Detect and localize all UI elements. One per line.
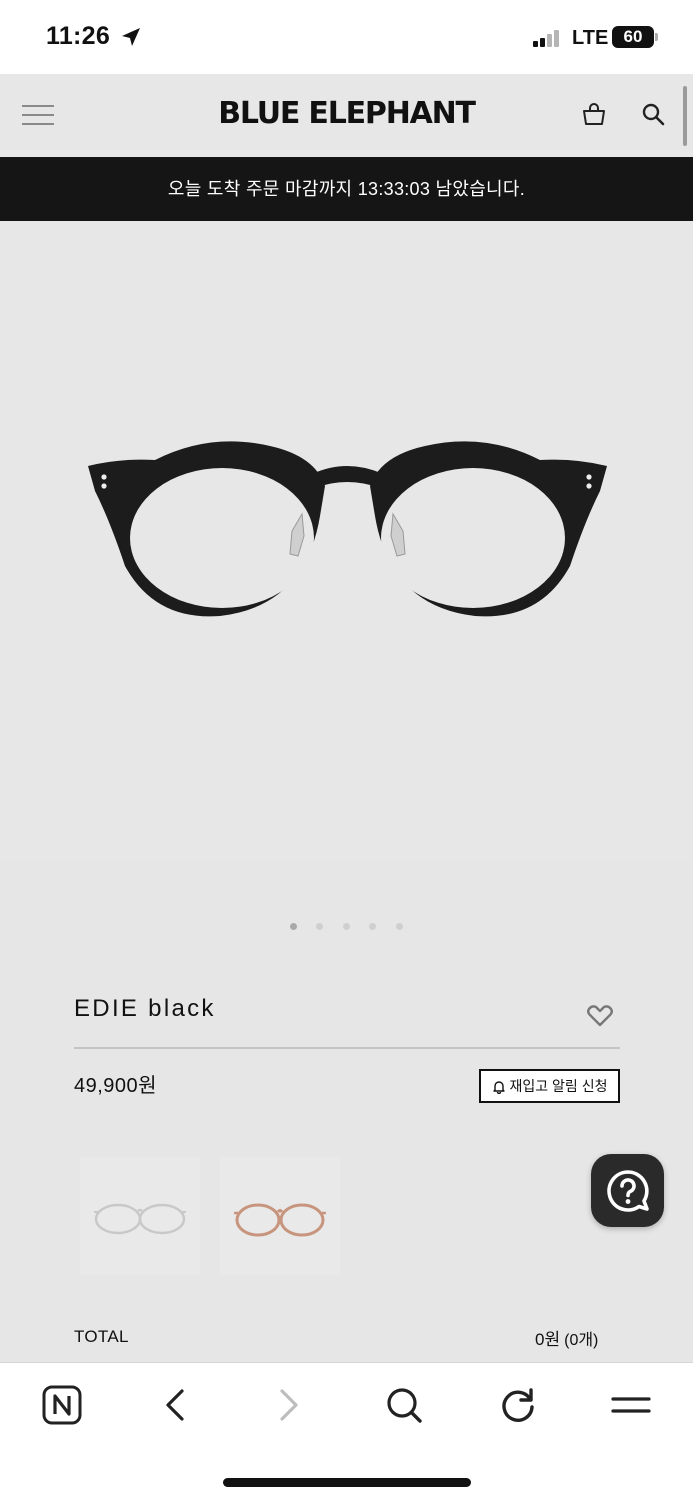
heart-icon[interactable]	[586, 1004, 614, 1028]
site-header: BLUE ELEPHANT	[0, 74, 693, 157]
product-glasses-image	[88, 441, 607, 617]
divider	[74, 1047, 620, 1049]
color-option-clear[interactable]	[80, 1157, 200, 1275]
brown-glasses-thumbnail	[234, 1203, 326, 1237]
search-icon[interactable]	[641, 102, 667, 128]
shopping-bag-icon[interactable]	[581, 102, 607, 126]
product-price: 49,900원	[74, 1075, 158, 1097]
reload-icon[interactable]	[498, 1385, 538, 1425]
status-bar: 11:26 LTE 60	[0, 0, 693, 74]
carousel-dot[interactable]	[316, 923, 323, 930]
product-image-carousel[interactable]	[0, 221, 693, 861]
restock-notify-label: 재입고 알림 신청	[509, 1078, 608, 1094]
carousel-dot[interactable]	[396, 923, 403, 930]
delivery-deadline-banner: 오늘 도착 주문 마감까지 13:33:03 남았습니다.	[0, 157, 693, 221]
bell-icon	[492, 1080, 505, 1094]
naver-home-icon[interactable]	[42, 1385, 82, 1425]
total-amount: 0원	[535, 1330, 561, 1349]
carousel-dot[interactable]	[343, 923, 350, 930]
help-chat-button[interactable]	[591, 1154, 664, 1227]
scroll-indicator	[683, 86, 687, 146]
search-icon[interactable]	[384, 1385, 424, 1425]
total-count: (0개)	[564, 1332, 599, 1349]
carousel-dot[interactable]	[290, 923, 297, 930]
back-icon[interactable]	[160, 1385, 190, 1425]
status-time: 11:26	[46, 22, 111, 50]
forward-icon[interactable]	[274, 1385, 304, 1425]
network-label: LTE	[572, 27, 609, 49]
battery-tip	[655, 33, 658, 41]
total-label: TOTAL	[74, 1327, 129, 1346]
clear-glasses-thumbnail	[94, 1203, 186, 1235]
question-chat-icon	[606, 1169, 649, 1212]
total-value: 0원 (0개)	[535, 1325, 598, 1350]
color-option-brown[interactable]	[220, 1157, 340, 1275]
location-arrow-icon	[122, 28, 140, 46]
battery-icon: 60	[612, 26, 654, 48]
signal-icon	[533, 29, 565, 47]
home-indicator	[223, 1478, 471, 1487]
restock-notify-button[interactable]: 재입고 알림 신청	[479, 1069, 620, 1103]
menu-icon[interactable]	[610, 1385, 652, 1425]
carousel-dot[interactable]	[369, 923, 376, 930]
product-name: EDIE black	[74, 995, 216, 1022]
